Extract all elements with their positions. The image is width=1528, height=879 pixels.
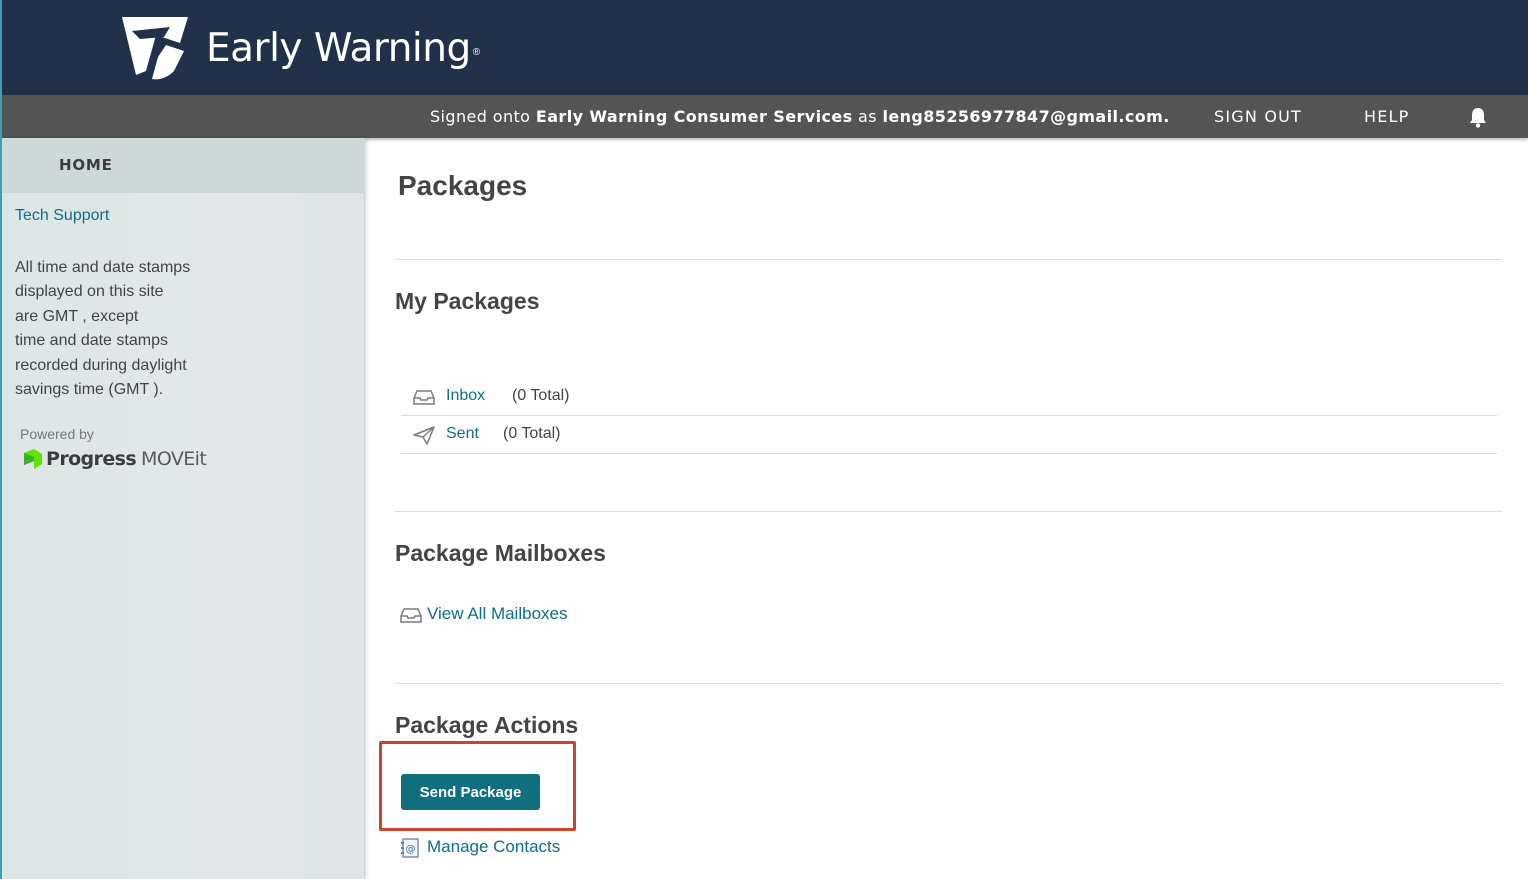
main-content: Packages My Packages Inbox (0 Total) Sen… [366, 138, 1528, 879]
sign-out-link[interactable]: SIGN OUT [1214, 95, 1302, 138]
my-packages-heading: My Packages [395, 288, 540, 314]
progress-brand: Progress [46, 448, 137, 470]
view-all-mailboxes-link[interactable]: View All Mailboxes [427, 604, 567, 624]
inbox-icon [413, 390, 435, 405]
tech-support-link[interactable]: Tech Support [15, 207, 109, 225]
divider [395, 511, 1502, 512]
sent-link[interactable]: Sent [446, 425, 479, 443]
gmt-line: savings time (GMT ). [15, 381, 164, 399]
send-package-button[interactable]: Send Package [401, 774, 540, 810]
list-item-sent: Sent (0 Total) [401, 416, 1497, 454]
gmt-line: recorded during daylight [15, 356, 187, 374]
progress-moveit-logo: Progress MOVEit [20, 444, 207, 474]
divider [395, 259, 1502, 260]
svg-text:@: @ [406, 844, 416, 855]
package-actions-heading: Package Actions [395, 712, 579, 738]
divider [395, 683, 1502, 684]
as-word: as [858, 107, 877, 126]
sent-count: (0 Total) [503, 425, 561, 442]
powered-by-label: Powered by [20, 426, 94, 442]
paper-plane-icon [413, 426, 435, 445]
sidebar-home-label: HOME [59, 156, 113, 174]
help-link[interactable]: HELP [1364, 95, 1410, 138]
page-title: Packages [398, 170, 528, 201]
gmt-line: are GMT , except [15, 307, 139, 325]
inbox-count: (0 Total) [512, 387, 570, 404]
moveit-brand: MOVEit [141, 448, 207, 470]
bell-icon[interactable] [1468, 106, 1488, 128]
site-header: Early Warning ® [0, 0, 1528, 95]
progress-logo-icon [24, 449, 42, 469]
sidebar: HOME Tech Support All time and date stam… [0, 138, 365, 879]
address-book-icon: @ [401, 838, 419, 858]
manage-contacts-link[interactable]: Manage Contacts [427, 837, 560, 857]
package-mailboxes-heading: Package Mailboxes [395, 540, 606, 566]
gmt-notice: All time and date stamps displayed on th… [15, 256, 225, 402]
user-bar: Signed onto Early Warning Consumer Servi… [0, 95, 1528, 138]
brand-name: Early Warning [206, 25, 471, 71]
list-item-inbox: Inbox (0 Total) [401, 378, 1497, 416]
gmt-line: All time and date stamps [15, 259, 191, 276]
registered-mark: ® [472, 46, 481, 58]
early-warning-logo-icon [122, 17, 188, 80]
user-email: leng85256977847@gmail.com. [882, 107, 1170, 126]
signed-prefix: Signed onto [430, 107, 531, 126]
signed-on-status: Signed onto Early Warning Consumer Servi… [430, 95, 1170, 138]
sidebar-item-home[interactable]: HOME [2, 138, 365, 193]
mailbox-icon [400, 608, 422, 623]
gmt-line: time and date stamps [15, 332, 168, 350]
service-name: Early Warning Consumer Services [535, 107, 853, 126]
brand-logo[interactable]: Early Warning ® [118, 12, 480, 84]
gmt-line: displayed on this site [15, 283, 164, 301]
inbox-link[interactable]: Inbox [446, 387, 485, 405]
